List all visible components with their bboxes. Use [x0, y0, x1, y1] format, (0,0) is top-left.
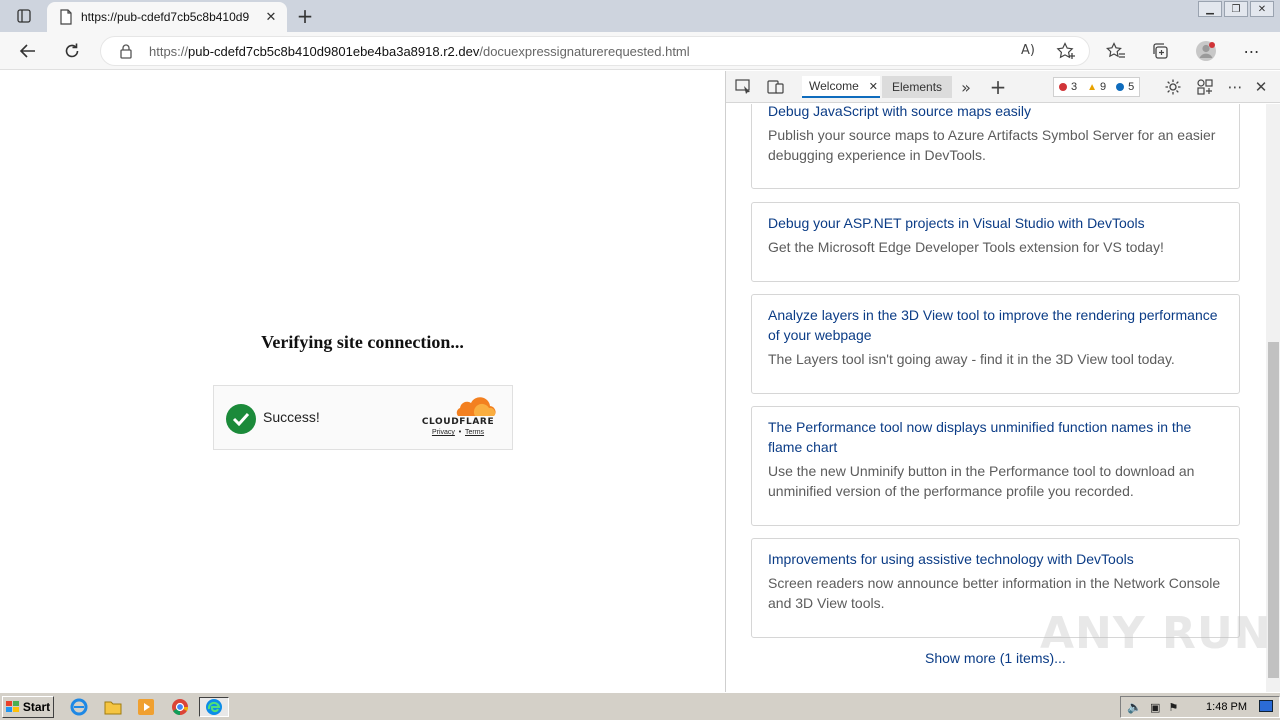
folder-icon[interactable] — [102, 697, 124, 717]
success-check-icon — [226, 404, 256, 434]
link-separator: • — [458, 429, 462, 436]
card-description: Get the Microsoft Edge Developer Tools e… — [768, 239, 1164, 255]
favorites-button[interactable] — [1102, 38, 1130, 64]
inspect-element-icon[interactable] — [734, 78, 754, 96]
device-emulation-icon[interactable] — [766, 78, 786, 96]
welcome-content: Debug JavaScript with source maps easily… — [726, 104, 1266, 692]
issue-badges[interactable]: 3 ▲ 9 5 — [1053, 77, 1141, 97]
page-heading: Verifying site connection... — [261, 332, 464, 352]
card-description: Screen readers now announce better infor… — [768, 575, 1221, 611]
new-tab-button[interactable]: + — [294, 4, 316, 28]
tab-title: https://pub-cdefd7cb5c8b410d9 — [81, 10, 250, 24]
back-arrow-icon — [19, 44, 35, 58]
error-badge: 3 — [1054, 78, 1082, 96]
devtools-scrollbar[interactable] — [1266, 104, 1280, 692]
close-window-button[interactable]: ✕ — [1250, 1, 1274, 17]
news-card[interactable]: The Performance tool now displays unmini… — [751, 406, 1240, 526]
cloudflare-brand: CLOUDFLARE — [421, 417, 495, 427]
minimize-button[interactable]: ▁ — [1198, 1, 1222, 17]
devtools-toolbar: Welcome ✕ Elements » + 3 ▲ 9 5 ⋯ ✕ — [726, 71, 1280, 103]
url-text[interactable]: https://pub-cdefd7cb5c8b410d9801ebe4ba3a… — [149, 44, 690, 59]
system-tray: 🔈 ▣ ⚑ 1:48 PM — [1120, 696, 1280, 718]
card-description: Use the new Unminify button in the Perfo… — [768, 463, 1195, 499]
more-tabs-chevron-icon[interactable]: » — [956, 78, 976, 97]
browser-toolbar: https://pub-cdefd7cb5c8b410d9801ebe4ba3a… — [0, 32, 1280, 70]
media-player-icon[interactable] — [135, 697, 157, 717]
back-button[interactable] — [14, 38, 42, 64]
info-badge: 5 — [1111, 78, 1139, 96]
warning-badge: ▲ 9 — [1087, 81, 1107, 93]
refresh-icon — [65, 43, 79, 58]
restore-button[interactable]: ❐ — [1224, 1, 1248, 17]
chrome-icon[interactable] — [169, 697, 191, 717]
network-icon[interactable]: ▣ — [1150, 701, 1160, 714]
news-card[interactable]: Analyze layers in the 3D View tool to im… — [751, 294, 1240, 394]
collections-button[interactable] — [1146, 38, 1174, 64]
window-controls: ▁ ❐ ✕ — [1196, 1, 1274, 17]
card-title[interactable]: Debug JavaScript with source maps easily — [768, 104, 1223, 121]
taskbar: Start 🔈 ▣ ⚑ 1:48 PM — [0, 692, 1280, 720]
settings-more-button[interactable]: ⋯ — [1238, 38, 1266, 64]
cloudflare-logo: CLOUDFLARE Privacy • Terms — [418, 396, 498, 442]
warning-icon: ▲ — [1087, 81, 1098, 93]
widget-status: Success! — [263, 409, 320, 425]
profile-button[interactable] — [1192, 38, 1220, 64]
anyrun-watermark: ANY RUN — [1040, 608, 1272, 659]
lock-icon[interactable] — [119, 43, 133, 63]
cloudflare-links: Privacy • Terms — [418, 429, 498, 436]
tab-actions-icon — [17, 9, 31, 23]
show-desktop-icon[interactable] — [1259, 700, 1273, 712]
edge-taskbar-icon[interactable] — [199, 697, 229, 717]
terms-link[interactable]: Terms — [465, 429, 484, 436]
favorites-icon — [1106, 42, 1125, 58]
collections-icon — [1153, 43, 1168, 59]
devtools-close-icon[interactable]: ✕ — [1251, 78, 1271, 96]
card-title[interactable]: Analyze layers in the 3D View tool to im… — [768, 305, 1223, 345]
card-title[interactable]: Improvements for using assistive technol… — [768, 549, 1223, 569]
privacy-link[interactable]: Privacy — [432, 429, 455, 436]
tab-actions-button[interactable] — [8, 4, 40, 28]
card-description: Publish your source maps to Azure Artifa… — [768, 127, 1216, 163]
info-icon — [1116, 83, 1125, 91]
news-card[interactable]: Debug JavaScript with source maps easily… — [751, 104, 1240, 189]
tab-welcome-label: Welcome — [809, 79, 859, 93]
volume-icon[interactable]: 🔈 — [1127, 700, 1142, 714]
devtools-settings-gear-icon[interactable] — [1163, 78, 1183, 96]
windows-logo-icon — [5, 701, 19, 712]
tab-elements[interactable]: Elements — [882, 76, 953, 98]
add-favorite-icon[interactable] — [1056, 42, 1076, 64]
avatar-icon — [1196, 41, 1216, 61]
tab-close-icon[interactable]: ✕ — [869, 80, 878, 93]
flag-icon[interactable]: ⚑ — [1168, 701, 1178, 714]
cloudflare-widget[interactable]: Success! CLOUDFLARE Privacy • Terms — [213, 385, 513, 450]
tab-close-icon[interactable]: ✕ — [263, 9, 279, 25]
clock[interactable]: 1:48 PM — [1206, 701, 1247, 713]
browser-tab[interactable]: https://pub-cdefd7cb5c8b410d9 ✕ — [47, 2, 287, 32]
more-dots-icon: ⋯ — [1243, 41, 1261, 61]
read-aloud-icon[interactable]: A) — [1021, 43, 1035, 58]
web-page: Verifying site connection... Success! CL… — [0, 71, 725, 692]
devtools-panel: Welcome ✕ Elements » + 3 ▲ 9 5 ⋯ ✕ Debug … — [725, 71, 1280, 692]
customize-icon[interactable] — [1195, 78, 1215, 96]
cloudflare-cloud-icon — [456, 397, 496, 416]
card-title[interactable]: The Performance tool now displays unmini… — [768, 417, 1223, 457]
add-tab-icon[interactable]: + — [988, 75, 1008, 99]
start-label: Start — [22, 700, 51, 714]
tab-welcome[interactable]: Welcome ✕ — [802, 76, 880, 98]
start-button[interactable]: Start — [2, 696, 54, 718]
card-description: The Layers tool isn't going away - find … — [768, 351, 1175, 367]
ie-icon[interactable] — [68, 697, 90, 717]
tab-elements-label: Elements — [892, 80, 943, 94]
news-card[interactable]: Debug your ASP.NET projects in Visual St… — [751, 202, 1240, 282]
devtools-more-icon[interactable]: ⋯ — [1225, 78, 1245, 96]
refresh-button[interactable] — [58, 38, 86, 64]
address-bar[interactable]: https://pub-cdefd7cb5c8b410d9801ebe4ba3a… — [100, 36, 1090, 66]
page-icon — [60, 9, 72, 25]
error-icon — [1059, 83, 1067, 91]
card-title[interactable]: Debug your ASP.NET projects in Visual St… — [768, 213, 1223, 233]
title-bar: https://pub-cdefd7cb5c8b410d9 ✕ + ▁ ❐ ✕ — [0, 0, 1280, 32]
